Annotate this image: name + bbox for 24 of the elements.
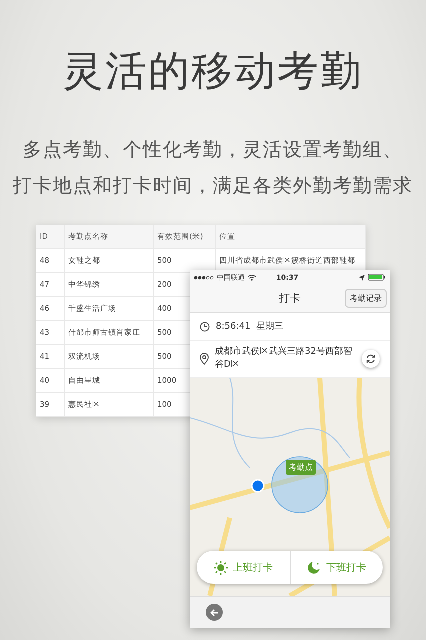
nav-title: 打卡 [279, 291, 301, 306]
location-arrow-icon [358, 274, 365, 280]
records-button[interactable]: 考勤记录 [345, 289, 387, 308]
location-pin-icon [200, 353, 209, 365]
clock-time: 8:56:41 [216, 322, 251, 332]
moon-icon [307, 560, 322, 574]
map-view[interactable]: 考勤点 上班打卡 下班打卡 [190, 378, 390, 596]
back-button[interactable] [206, 604, 223, 621]
checkin-button[interactable]: 上班打卡 [197, 551, 290, 584]
sun-icon [214, 560, 228, 574]
clock-icon [200, 322, 210, 332]
wifi-icon [248, 274, 256, 280]
refresh-button[interactable] [362, 350, 380, 368]
back-arrow-icon [210, 608, 219, 616]
battery-icon [368, 274, 386, 281]
headline: 灵活的移动考勤 [62, 46, 364, 97]
refresh-icon [366, 354, 376, 364]
tagline: 打卡地点和打卡时间，满足各类外勤考勤需求 [13, 174, 413, 199]
address-text: 成都市武侯区武兴三路32号西部智谷D区 [215, 346, 354, 372]
signal-icon [194, 276, 214, 280]
checkin-marker: 考勤点 [286, 460, 316, 475]
tagline: 多点考勤、个性化考勤，灵活设置考勤组、 [23, 138, 403, 163]
weekday: 星期三 [256, 320, 284, 333]
checkin-button[interactable]: 下班打卡 [290, 551, 383, 584]
